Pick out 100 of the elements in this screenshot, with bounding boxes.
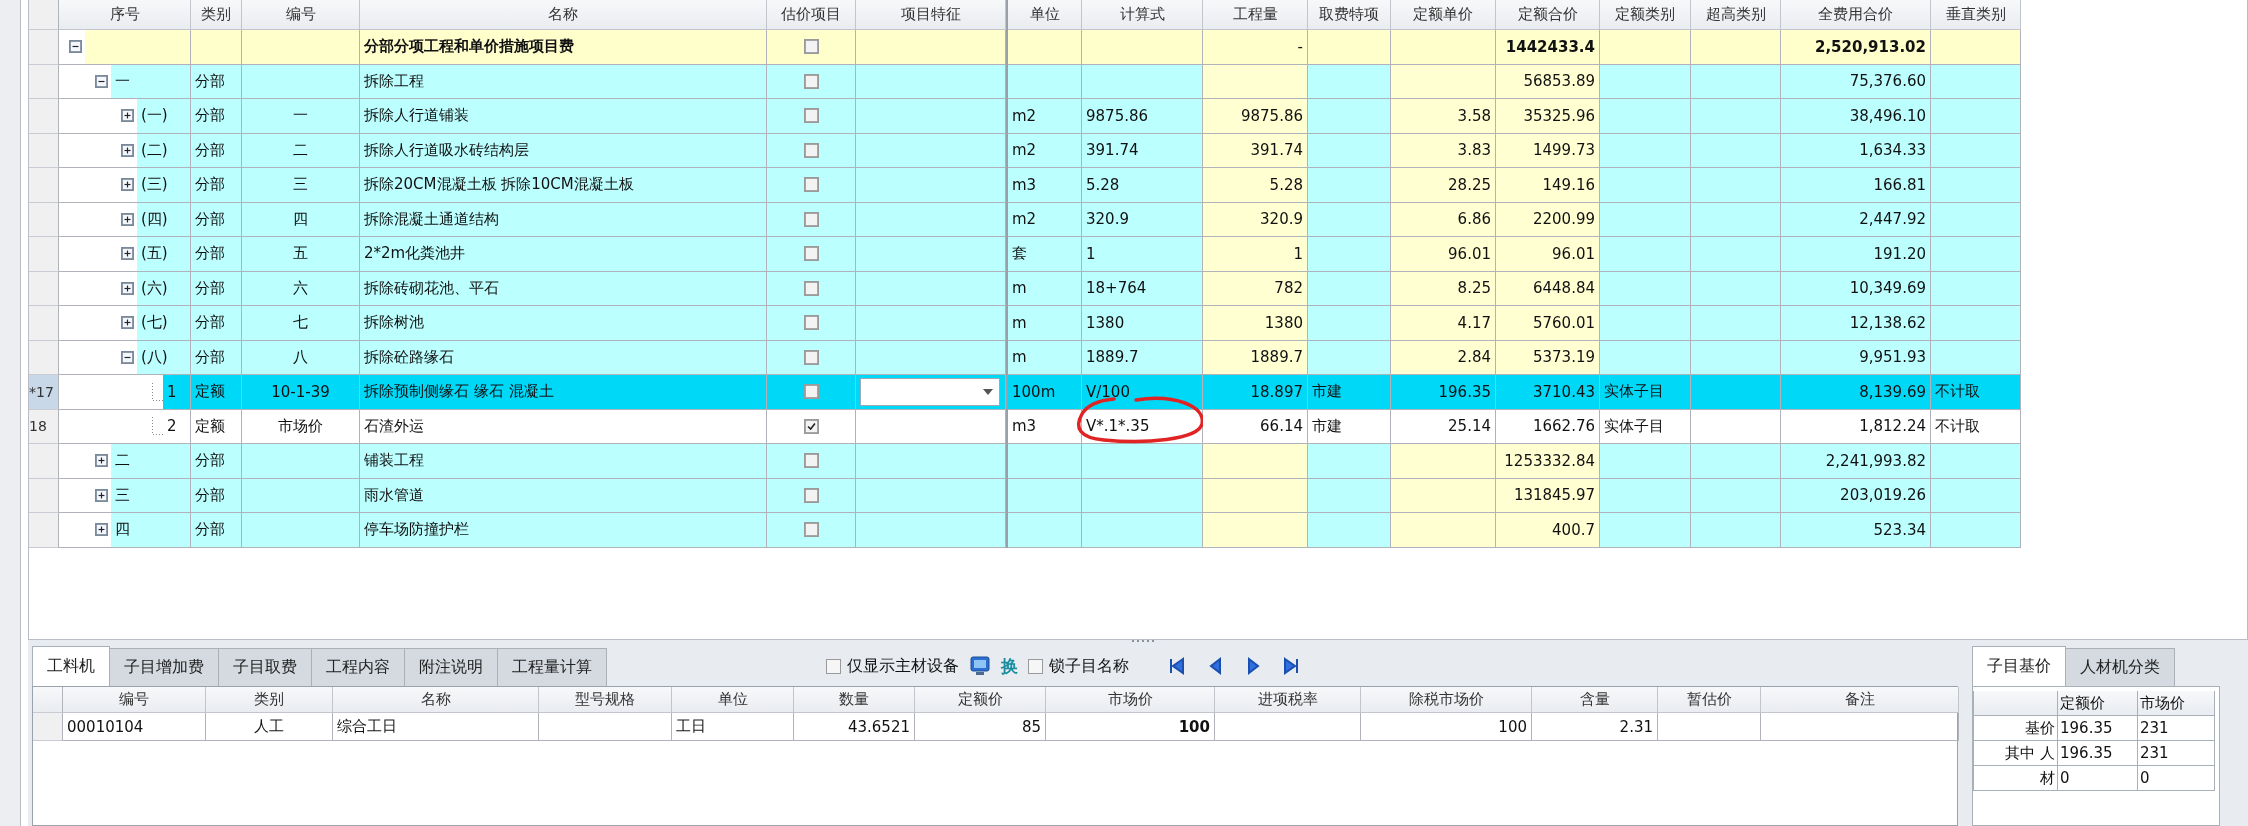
checkbox-label[interactable]: 锁子目名称 — [1049, 655, 1129, 677]
table-cell: 拆除预制侧缘石 缘石 混凝土 — [360, 375, 767, 410]
tab[interactable]: 子目增加费 — [109, 648, 219, 686]
expand-toggle-icon[interactable] — [94, 488, 108, 502]
table-cell: 5373.19 — [1496, 340, 1600, 375]
expand-toggle-icon[interactable] — [120, 247, 134, 261]
table-cell: 8.25 — [1391, 271, 1496, 306]
table-cell: 综合工日 — [333, 713, 539, 741]
expand-toggle-icon[interactable] — [120, 281, 134, 295]
checkbox[interactable] — [803, 487, 819, 503]
table-cell: 400.7 — [1496, 513, 1600, 548]
checkbox[interactable] — [803, 280, 819, 296]
expand-toggle-icon[interactable] — [120, 212, 134, 226]
table-cell: 28.25 — [1391, 168, 1496, 203]
table-cell: 四 — [111, 513, 190, 547]
row-header[interactable] — [29, 64, 59, 99]
column-header: 定额价 — [2058, 691, 2138, 716]
table-cell: 2,520,913.02 — [1781, 30, 1931, 65]
collapse-toggle-icon[interactable] — [68, 40, 82, 54]
row-header[interactable] — [29, 30, 59, 65]
checkbox[interactable] — [803, 108, 819, 124]
table-cell: 分部分项工程和单价措施项目费 — [360, 30, 767, 65]
checkbox[interactable] — [803, 177, 819, 193]
table-cell: 75,376.60 — [1781, 64, 1931, 99]
checkbox[interactable] — [803, 246, 819, 262]
table-cell: 分部 — [191, 99, 242, 134]
column-header: 项目特征 — [856, 0, 1006, 30]
row-header[interactable]: *17 — [29, 375, 59, 410]
table-cell: (二) — [137, 133, 190, 167]
column-header: 名称 — [333, 687, 539, 713]
row-header[interactable] — [29, 99, 59, 134]
row-header[interactable] — [29, 133, 59, 168]
checkbox[interactable] — [803, 384, 819, 400]
table-cell: 166.81 — [1781, 168, 1931, 203]
row-header[interactable] — [29, 168, 59, 203]
table-cell: 分部 — [191, 513, 242, 548]
tab[interactable]: 附注说明 — [404, 648, 498, 686]
table-cell: 320.9 — [1082, 202, 1203, 237]
checkbox[interactable] — [803, 453, 819, 469]
first-page-icon[interactable] — [1167, 656, 1187, 676]
table-cell: 100 — [1361, 713, 1532, 741]
checkbox-label[interactable]: 仅显示主材设备 — [847, 655, 959, 677]
checkbox[interactable] — [803, 315, 819, 331]
table-cell: 拆除砖砌花池、平石 — [360, 271, 767, 306]
expand-toggle-icon[interactable] — [120, 109, 134, 123]
tab[interactable]: 工程量计算 — [497, 648, 607, 686]
feature-dropdown[interactable] — [860, 377, 1000, 406]
row-header[interactable] — [29, 444, 59, 479]
column-header: 定额类别 — [1600, 0, 1691, 30]
row-header[interactable]: 18 — [29, 409, 59, 444]
checkbox[interactable] — [803, 142, 819, 158]
checkbox[interactable] — [803, 418, 819, 434]
tab[interactable]: 子目基价 — [1972, 646, 2066, 686]
column-header: 计算式 — [1082, 0, 1203, 30]
column-header: 单位 — [1008, 0, 1082, 30]
column-header: 定额价 — [915, 687, 1046, 713]
table-cell: 1662.76 — [1496, 409, 1600, 444]
monitor-icon[interactable] — [969, 655, 991, 677]
table-cell: 2.84 — [1391, 340, 1496, 375]
checkbox[interactable] — [803, 211, 819, 227]
checkbox[interactable] — [826, 658, 841, 674]
table-cell: 拆除工程 — [360, 64, 767, 99]
tab[interactable]: 工料机 — [32, 646, 110, 686]
row-header[interactable] — [29, 340, 59, 375]
last-page-icon[interactable] — [1281, 656, 1301, 676]
column-header: 类别 — [191, 0, 242, 30]
row-header[interactable] — [29, 271, 59, 306]
table-cell: 分部 — [191, 478, 242, 513]
row-header: 基价 — [2025, 718, 2055, 738]
table-cell: 1889.7 — [1082, 340, 1203, 375]
splitter-grip-icon[interactable] — [1132, 640, 1154, 644]
tab[interactable]: 人材机分类 — [2065, 648, 2175, 686]
tab[interactable]: 子目取费 — [218, 648, 312, 686]
row-header[interactable] — [29, 237, 59, 272]
checkbox[interactable] — [1028, 658, 1043, 674]
collapse-toggle-icon[interactable] — [120, 350, 134, 364]
row-header[interactable] — [29, 478, 59, 513]
expand-toggle-icon[interactable] — [120, 143, 134, 157]
expand-toggle-icon[interactable] — [94, 454, 108, 468]
table-cell: 铺装工程 — [360, 444, 767, 479]
checkbox[interactable] — [803, 349, 819, 365]
checkbox[interactable] — [803, 73, 819, 89]
table-cell: 二 — [111, 444, 190, 478]
table-cell: 分部 — [191, 64, 242, 99]
table-cell: 拆除混凝土通道结构 — [360, 202, 767, 237]
table-cell: 3.83 — [1391, 133, 1496, 168]
collapse-toggle-icon[interactable] — [94, 74, 108, 88]
expand-toggle-icon[interactable] — [120, 316, 134, 330]
checkbox[interactable] — [803, 39, 819, 55]
expand-toggle-icon[interactable] — [94, 523, 108, 537]
row-header[interactable] — [33, 713, 63, 741]
column-header: 含量 — [1532, 687, 1658, 713]
tab[interactable]: 工程内容 — [311, 648, 405, 686]
row-header[interactable] — [29, 202, 59, 237]
table-cell: 1253332.84 — [1496, 444, 1600, 479]
row-header[interactable] — [29, 513, 59, 548]
row-header[interactable] — [29, 306, 59, 341]
expand-toggle-icon[interactable] — [120, 178, 134, 192]
table-cell: 391.74 — [1203, 133, 1308, 168]
checkbox[interactable] — [803, 522, 819, 538]
